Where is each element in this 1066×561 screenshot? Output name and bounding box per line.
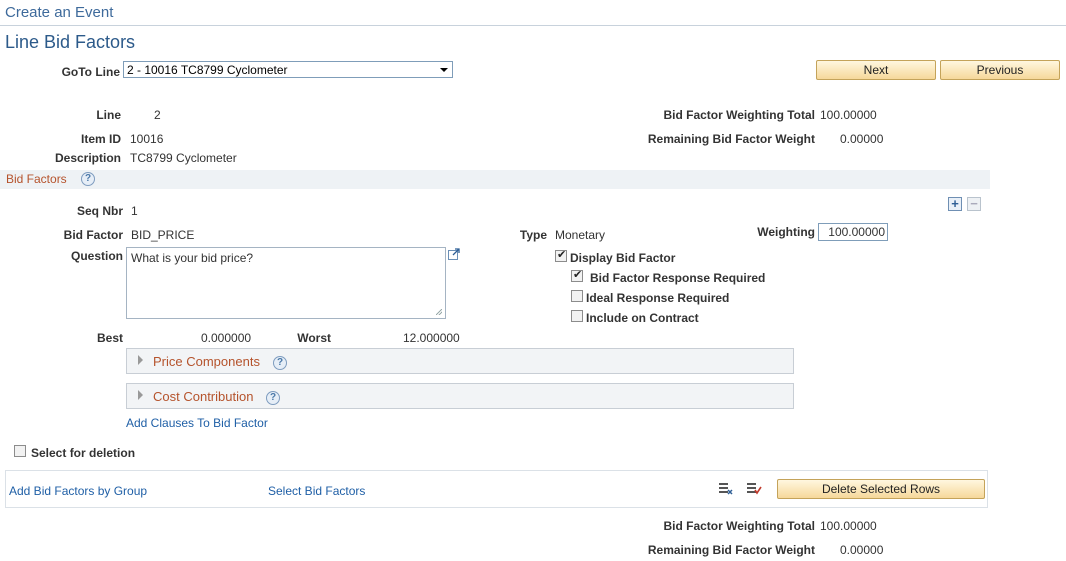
worst-label: Worst: [297, 331, 331, 345]
chevron-down-icon[interactable]: [436, 62, 452, 77]
goto-line-value: 2 - 10016 TC8799 Cyclometer: [127, 63, 288, 77]
page-title: Line Bid Factors: [5, 32, 136, 52]
weighting-label: Weighting: [757, 225, 815, 239]
help-icon[interactable]: ?: [273, 356, 287, 370]
remaining-weight-value: 0.00000: [840, 132, 884, 146]
select-bid-factors-link[interactable]: Select Bid Factors: [268, 484, 365, 498]
cost-contribution-section[interactable]: Cost Contribution ?: [126, 383, 794, 409]
deselect-all-icon[interactable]: [746, 481, 762, 497]
bid-factors-section-title: Bid Factors: [6, 172, 67, 186]
description-value: TC8799 Cyclometer: [130, 151, 237, 165]
question-label: Question: [70, 249, 123, 263]
select-all-icon[interactable]: [718, 481, 734, 497]
item-id-value: 10016: [130, 132, 164, 146]
add-clauses-link[interactable]: Add Clauses To Bid Factor: [126, 416, 268, 430]
display-bid-factor-label: Display Bid Factor: [570, 251, 676, 265]
best-label: Best: [96, 331, 123, 345]
question-text: What is your bid price?: [131, 251, 254, 265]
footer-remaining-weight-label: Remaining Bid Factor Weight: [647, 543, 815, 557]
select-for-deletion-label: Select for deletion: [31, 446, 136, 460]
footer-weighting-total-value: 100.00000: [820, 519, 877, 533]
description-label: Description: [54, 151, 121, 165]
price-components-section[interactable]: Price Components ?: [126, 348, 794, 374]
seq-nbr-value: 1: [131, 204, 138, 218]
weighting-total-label: Bid Factor Weighting Total: [663, 108, 815, 122]
response-required-label: Bid Factor Response Required: [590, 271, 766, 285]
include-contract-label: Include on Contract: [586, 311, 699, 325]
weighting-total-value: 100.00000: [820, 108, 877, 122]
ideal-response-checkbox[interactable]: [571, 290, 583, 302]
price-components-title[interactable]: Price Components: [153, 354, 260, 369]
weighting-input[interactable]: 100.00000: [818, 223, 888, 241]
line-value: 2: [154, 108, 161, 122]
add-row-button[interactable]: +: [948, 197, 962, 211]
next-button[interactable]: Next: [816, 60, 936, 80]
triangle-right-icon[interactable]: [138, 390, 143, 400]
footer-weighting-total-label: Bid Factor Weighting Total: [663, 519, 815, 533]
triangle-right-icon[interactable]: [138, 355, 143, 365]
expand-textarea-icon[interactable]: [448, 248, 460, 260]
bid-factors-section-bar: [0, 170, 990, 189]
line-label: Line: [96, 108, 121, 122]
select-for-deletion-checkbox[interactable]: [14, 445, 26, 457]
resize-grip-icon[interactable]: [436, 309, 442, 315]
remaining-weight-label: Remaining Bid Factor Weight: [647, 132, 815, 146]
type-label: Type: [519, 228, 547, 242]
bid-factor-label: Bid Factor: [63, 228, 123, 242]
help-icon[interactable]: ?: [81, 172, 95, 186]
ideal-response-label: Ideal Response Required: [586, 291, 730, 305]
footer-remaining-weight-value: 0.00000: [840, 543, 884, 557]
type-value: Monetary: [555, 228, 606, 242]
seq-nbr-label: Seq Nbr: [76, 204, 123, 218]
best-value: 0.000000: [201, 331, 252, 345]
response-required-checkbox[interactable]: [571, 268, 583, 282]
goto-line-label: GoTo Line: [61, 65, 120, 79]
delete-row-button[interactable]: −: [967, 197, 981, 211]
display-bid-factor-checkbox[interactable]: [555, 248, 567, 262]
add-bid-factors-by-group-link[interactable]: Add Bid Factors by Group: [9, 484, 147, 498]
include-contract-checkbox[interactable]: [571, 310, 583, 322]
question-textarea[interactable]: What is your bid price?: [126, 247, 446, 319]
previous-button[interactable]: Previous: [940, 60, 1060, 80]
breadcrumb: Create an Event: [5, 4, 114, 21]
worst-value: 12.000000: [403, 331, 460, 345]
help-icon[interactable]: ?: [266, 391, 280, 405]
header-divider: [0, 25, 1066, 26]
item-id-label: Item ID: [80, 132, 121, 146]
delete-selected-rows-button[interactable]: Delete Selected Rows: [777, 479, 985, 499]
goto-line-select[interactable]: 2 - 10016 TC8799 Cyclometer: [123, 61, 453, 78]
bid-factor-value: BID_PRICE: [131, 228, 195, 242]
cost-contribution-title[interactable]: Cost Contribution: [153, 389, 253, 404]
